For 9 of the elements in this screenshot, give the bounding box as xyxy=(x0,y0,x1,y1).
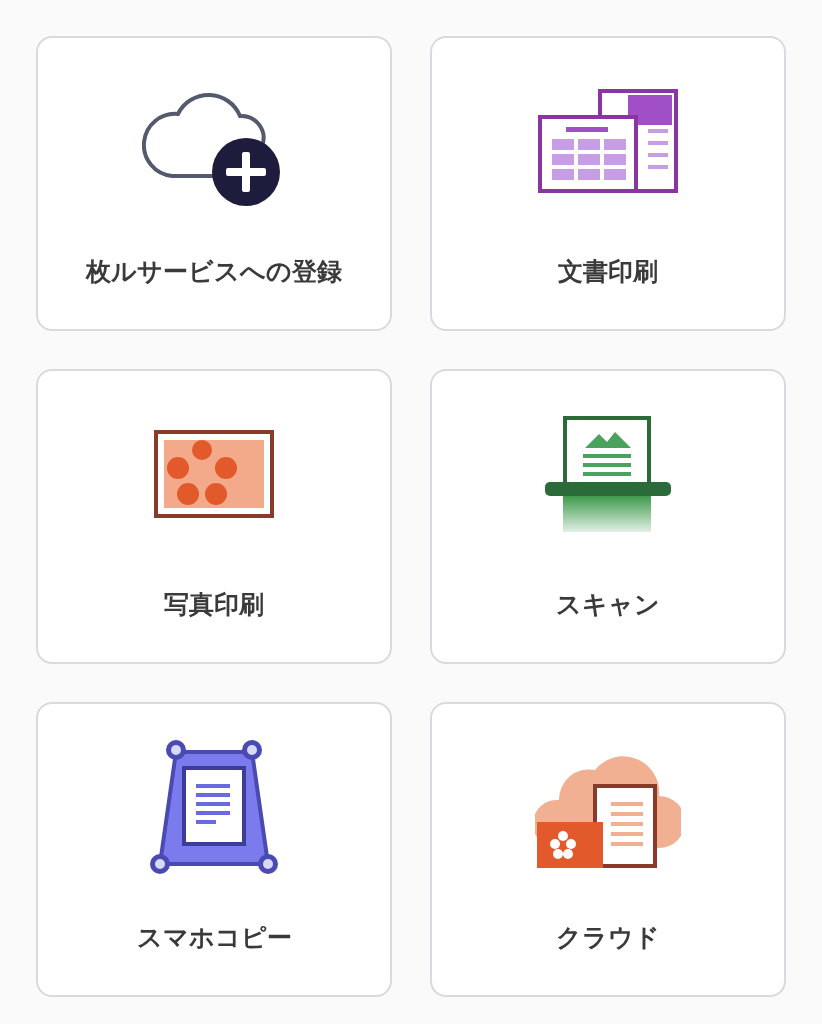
documents-icon xyxy=(538,89,678,195)
service-tile[interactable]: 写真印刷 xyxy=(36,369,392,664)
service-tile[interactable]: スマホコピー xyxy=(36,702,392,997)
service-tile[interactable]: クラウド xyxy=(430,702,786,997)
service-tile[interactable]: スキャン xyxy=(430,369,786,664)
service-tile[interactable]: 文書印刷 xyxy=(430,36,786,331)
scanner-icon xyxy=(543,416,673,534)
service-tile[interactable]: 枚ルサービスへの登録 xyxy=(36,36,392,331)
photo-icon xyxy=(154,430,274,520)
